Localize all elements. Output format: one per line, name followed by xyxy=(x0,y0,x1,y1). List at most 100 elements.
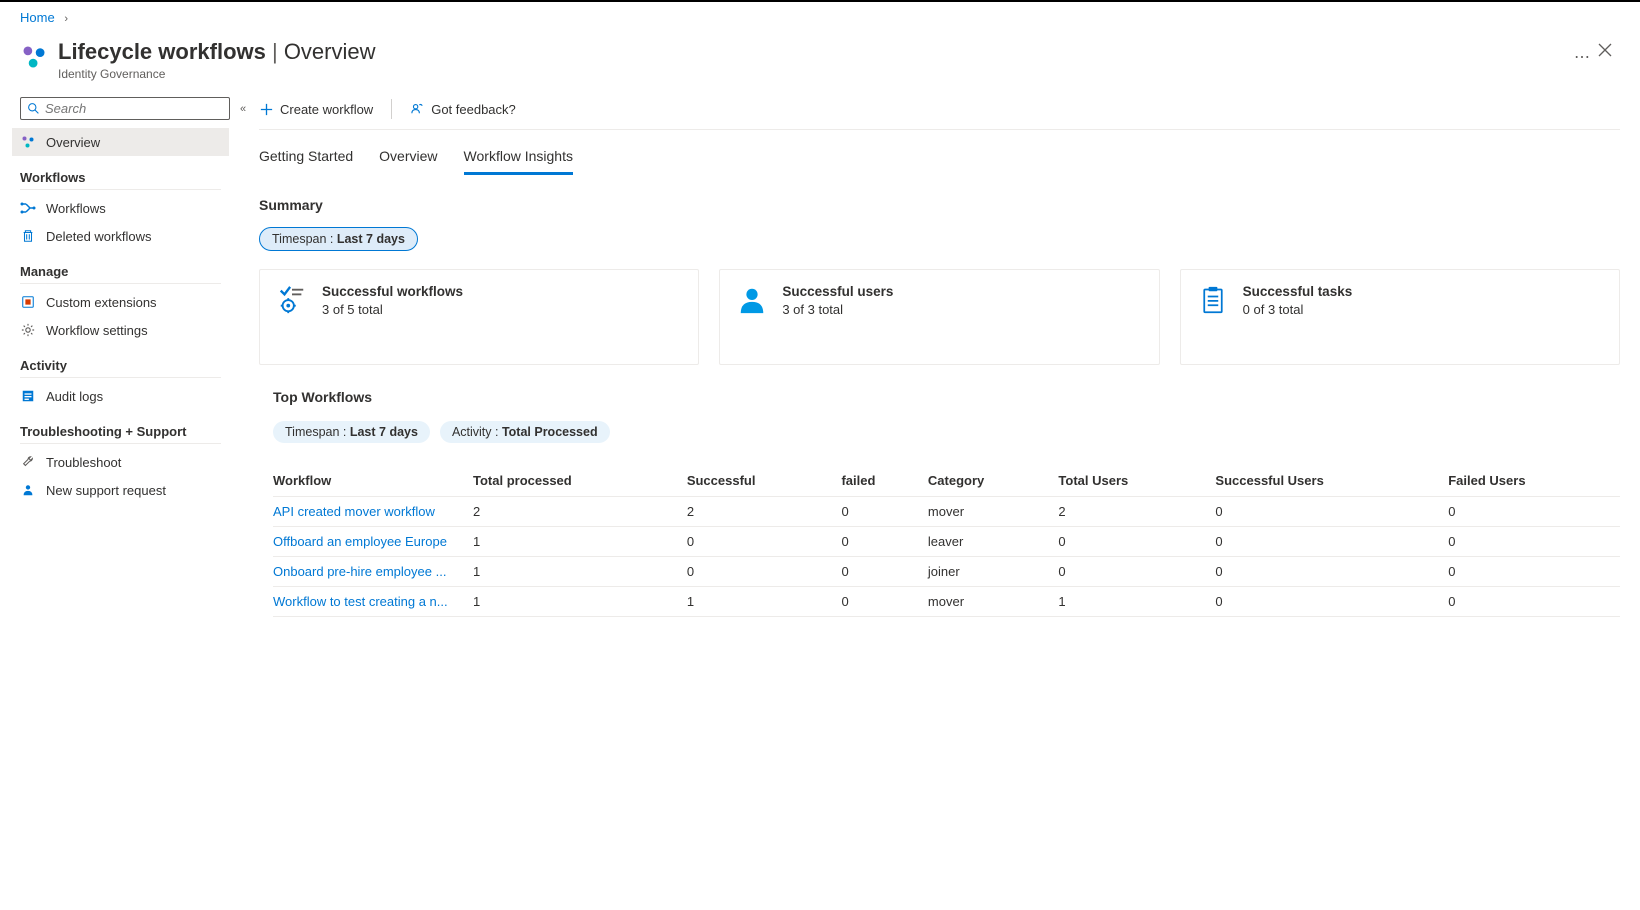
sidebar-item-custom-extensions[interactable]: Custom extensions xyxy=(12,288,229,316)
trash-icon xyxy=(20,228,36,244)
topwf-timespan-pill[interactable]: Timespan : Last 7 days xyxy=(273,421,430,443)
feedback-button[interactable]: Got feedback? xyxy=(410,102,516,117)
col-total-users[interactable]: Total Users xyxy=(1058,465,1215,497)
sidebar-item-label: Troubleshoot xyxy=(46,455,121,470)
cell-failed_users: 0 xyxy=(1448,557,1620,587)
plus-icon xyxy=(259,102,274,117)
overview-icon xyxy=(20,134,36,150)
card-successful-users: Successful users 3 of 3 total xyxy=(719,269,1159,365)
sidebar-item-troubleshoot[interactable]: Troubleshoot xyxy=(12,448,229,476)
card-successful-tasks: Successful tasks 0 of 3 total xyxy=(1180,269,1620,365)
sidebar-section-activity: Activity xyxy=(20,358,221,378)
cell-failed_users: 0 xyxy=(1448,527,1620,557)
sidebar-item-label: Custom extensions xyxy=(46,295,157,310)
clipboard-icon xyxy=(1197,284,1229,316)
card-title: Successful users xyxy=(782,284,893,299)
topwf-activity-pill[interactable]: Activity : Total Processed xyxy=(440,421,610,443)
card-title: Successful workflows xyxy=(322,284,463,299)
workflow-link[interactable]: Workflow to test creating a n... xyxy=(273,587,473,617)
sidebar-item-deleted-workflows[interactable]: Deleted workflows xyxy=(12,222,229,250)
cell-category: mover xyxy=(928,587,1058,617)
cell-successful: 0 xyxy=(687,527,842,557)
cell-failed: 0 xyxy=(841,557,927,587)
sidebar-section-manage: Manage xyxy=(20,264,221,284)
cell-total_processed: 2 xyxy=(473,497,687,527)
close-button[interactable] xyxy=(1590,39,1620,66)
sidebar-item-audit-logs[interactable]: Audit logs xyxy=(12,382,229,410)
search-input[interactable] xyxy=(45,101,223,116)
breadcrumb: Home › xyxy=(0,2,1640,33)
cell-total_processed: 1 xyxy=(473,557,687,587)
cell-successful_users: 0 xyxy=(1215,497,1448,527)
col-successful-users[interactable]: Successful Users xyxy=(1215,465,1448,497)
cell-failed: 0 xyxy=(841,587,927,617)
search-input-wrapper[interactable] xyxy=(20,97,230,120)
sidebar-item-workflows[interactable]: Workflows xyxy=(12,194,229,222)
cell-total_users: 1 xyxy=(1058,587,1215,617)
col-failed-users[interactable]: Failed Users xyxy=(1448,465,1620,497)
page-subtitle: Identity Governance xyxy=(58,67,1562,81)
cell-total_processed: 1 xyxy=(473,527,687,557)
create-workflow-button[interactable]: Create workflow xyxy=(259,102,373,117)
cell-failed_users: 0 xyxy=(1448,587,1620,617)
cell-successful: 0 xyxy=(687,557,842,587)
card-subtitle: 3 of 5 total xyxy=(322,302,463,317)
sidebar-item-label: Workflows xyxy=(46,201,106,216)
card-subtitle: 0 of 3 total xyxy=(1243,302,1353,317)
cell-total_processed: 1 xyxy=(473,587,687,617)
sidebar-item-label: Audit logs xyxy=(46,389,103,404)
timespan-filter-pill[interactable]: Timespan : Last 7 days xyxy=(259,227,418,251)
sidebar-item-label: Deleted workflows xyxy=(46,229,152,244)
col-category[interactable]: Category xyxy=(928,465,1058,497)
checklist-gear-icon xyxy=(276,284,308,316)
cell-failed: 0 xyxy=(841,527,927,557)
card-successful-workflows: Successful workflows 3 of 5 total xyxy=(259,269,699,365)
cell-category: leaver xyxy=(928,527,1058,557)
workflow-link[interactable]: API created mover workflow xyxy=(273,497,473,527)
table-row: API created mover workflow220mover200 xyxy=(273,497,1620,527)
cell-successful_users: 0 xyxy=(1215,527,1448,557)
card-title: Successful tasks xyxy=(1243,284,1353,299)
gear-icon xyxy=(20,322,36,338)
cell-failed: 0 xyxy=(841,497,927,527)
sidebar-item-label: New support request xyxy=(46,483,166,498)
chevron-right-icon: › xyxy=(64,13,68,25)
card-subtitle: 3 of 3 total xyxy=(782,302,893,317)
audit-icon xyxy=(20,388,36,404)
more-actions-button[interactable]: ⋯ xyxy=(1574,47,1590,67)
cell-failed_users: 0 xyxy=(1448,497,1620,527)
workflows-icon xyxy=(20,200,36,216)
workflow-link[interactable]: Offboard an employee Europe xyxy=(273,527,473,557)
top-workflows-table: Workflow Total processed Successful fail… xyxy=(273,465,1620,617)
cell-category: mover xyxy=(928,497,1058,527)
workflow-link[interactable]: Onboard pre-hire employee ... xyxy=(273,557,473,587)
sidebar-item-new-support-request[interactable]: New support request xyxy=(12,476,229,504)
table-row: Onboard pre-hire employee ...100joiner00… xyxy=(273,557,1620,587)
cell-total_users: 0 xyxy=(1058,527,1215,557)
breadcrumb-home-link[interactable]: Home xyxy=(20,10,55,25)
col-total-processed[interactable]: Total processed xyxy=(473,465,687,497)
lifecycle-workflows-icon xyxy=(20,43,48,71)
col-successful[interactable]: Successful xyxy=(687,465,842,497)
toolbar-separator xyxy=(391,99,392,119)
sidebar-item-label: Overview xyxy=(46,135,100,150)
cell-successful_users: 0 xyxy=(1215,587,1448,617)
col-failed[interactable]: failed xyxy=(841,465,927,497)
support-icon xyxy=(20,482,36,498)
cell-category: joiner xyxy=(928,557,1058,587)
extensions-icon xyxy=(20,294,36,310)
tab-workflow-insights[interactable]: Workflow Insights xyxy=(464,144,573,175)
sidebar-item-overview[interactable]: Overview xyxy=(12,128,229,156)
cell-total_users: 0 xyxy=(1058,557,1215,587)
table-row: Workflow to test creating a n...110mover… xyxy=(273,587,1620,617)
sidebar-section-troubleshooting: Troubleshooting + Support xyxy=(20,424,221,444)
table-row: Offboard an employee Europe100leaver000 xyxy=(273,527,1620,557)
wrench-icon xyxy=(20,454,36,470)
sidebar-item-workflow-settings[interactable]: Workflow settings xyxy=(12,316,229,344)
col-workflow[interactable]: Workflow xyxy=(273,465,473,497)
tab-overview[interactable]: Overview xyxy=(379,144,437,175)
search-icon xyxy=(27,102,40,115)
tab-getting-started[interactable]: Getting Started xyxy=(259,144,353,175)
page-title: Lifecycle workflows | Overview xyxy=(58,39,1562,65)
feedback-icon xyxy=(410,102,425,117)
